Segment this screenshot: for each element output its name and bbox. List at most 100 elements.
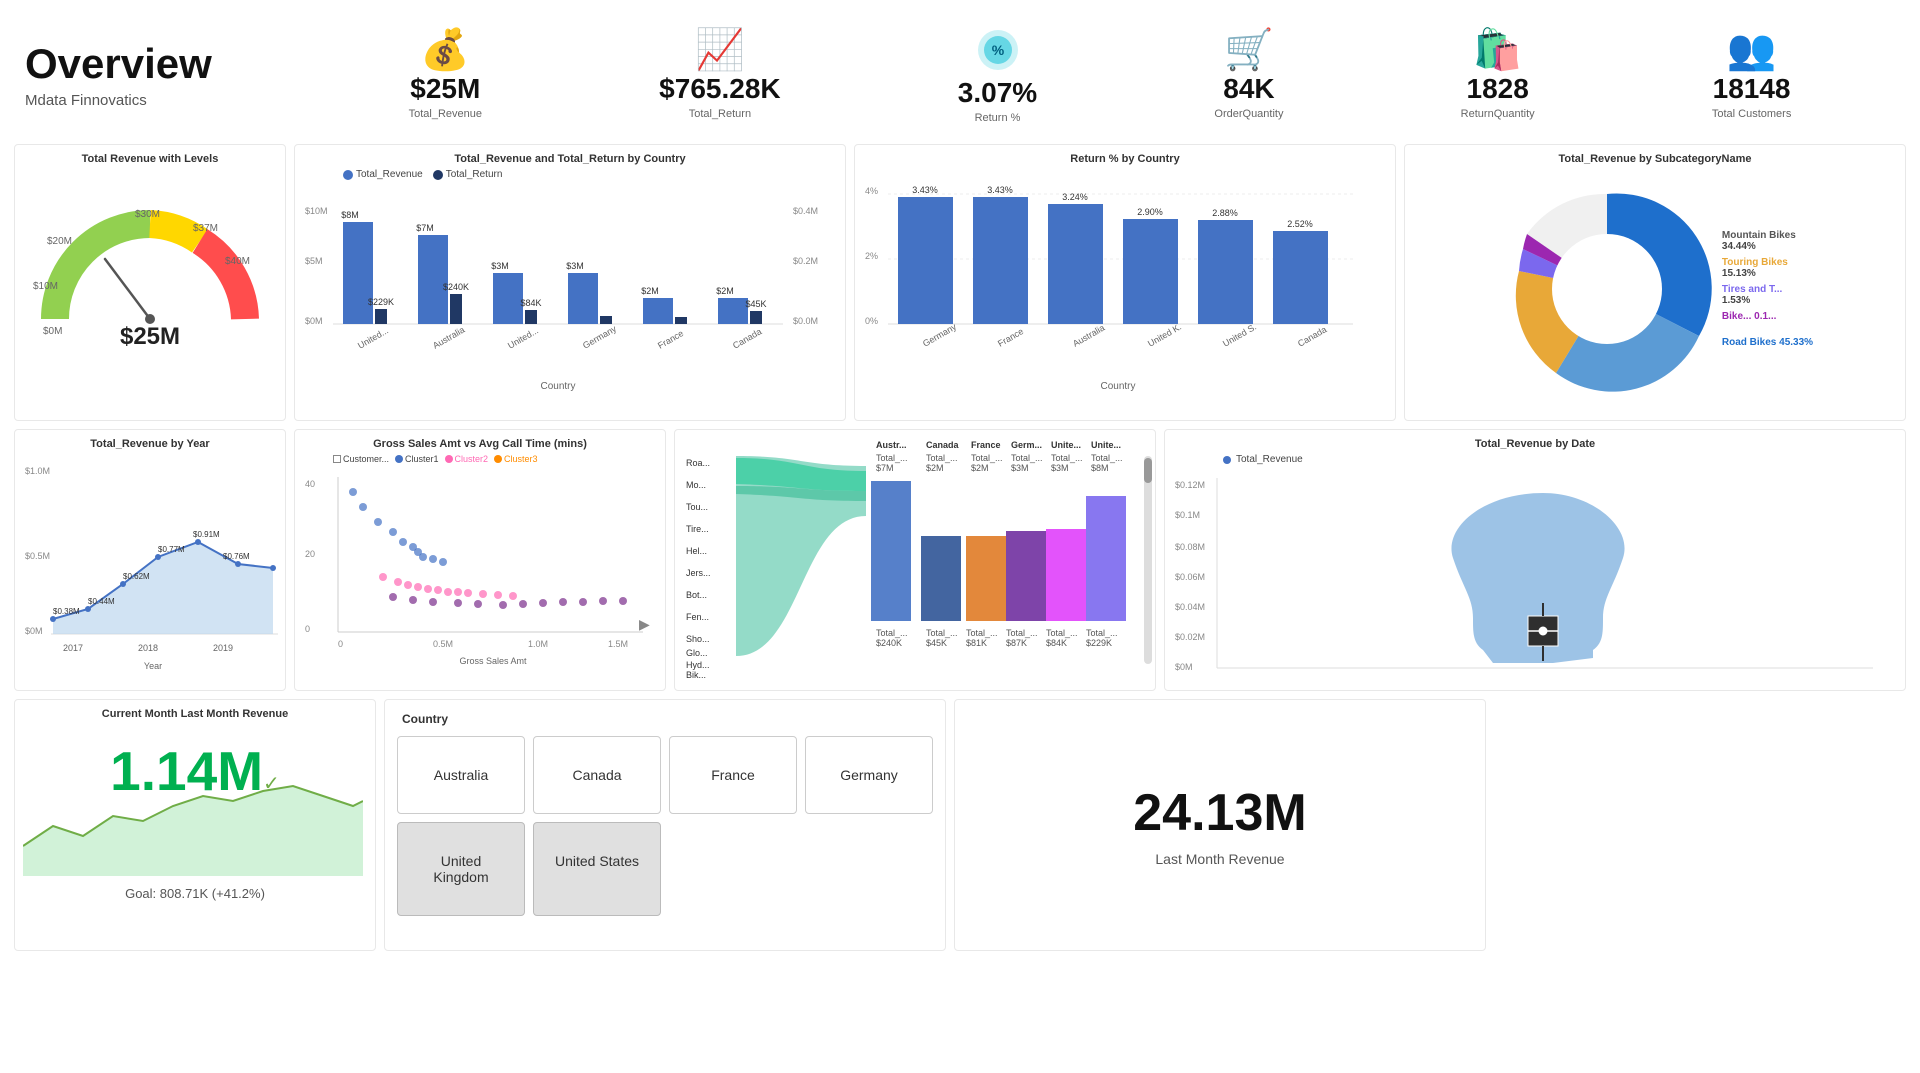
svg-text:$30M: $30M xyxy=(135,209,160,220)
svg-text:$0M: $0M xyxy=(25,626,43,636)
kpi-return-qty: 🛍️ 1828 ReturnQuantity xyxy=(1461,30,1535,120)
svg-text:Country: Country xyxy=(1100,381,1135,392)
revenue-date-section: Total_Revenue by Date Total_Revenue $0.1… xyxy=(1164,429,1906,691)
svg-text:$229K: $229K xyxy=(368,297,394,307)
svg-text:$0M: $0M xyxy=(1175,662,1193,672)
kpi-order-qty: 🛒 84K OrderQuantity xyxy=(1214,30,1283,120)
svg-text:$7M: $7M xyxy=(876,463,894,473)
svg-text:$3M: $3M xyxy=(1051,463,1069,473)
svg-text:Tire...: Tire... xyxy=(686,524,709,534)
return-pct-section: Return % by Country 4% 2% 0% 3.43% 3.43%… xyxy=(854,144,1396,421)
svg-text:Total_...: Total_... xyxy=(926,628,958,638)
svg-text:Total_...: Total_... xyxy=(1086,628,1118,638)
svg-text:0: 0 xyxy=(305,624,310,634)
svg-text:Jers...: Jers... xyxy=(686,568,711,578)
svg-text:Mo...: Mo... xyxy=(686,480,706,490)
svg-text:Total_...: Total_... xyxy=(876,628,908,638)
svg-text:$3M: $3M xyxy=(491,261,509,271)
donut-title: Total_Revenue by SubcategoryName xyxy=(1413,153,1897,165)
legend-total-revenue: Total_Revenue xyxy=(356,169,423,180)
svg-text:Unite...: Unite... xyxy=(1091,440,1121,450)
svg-text:Roa...: Roa... xyxy=(686,458,710,468)
revenue-return-section: Total_Revenue and Total_Return by Countr… xyxy=(294,144,846,421)
svg-text:$2M: $2M xyxy=(926,463,944,473)
svg-text:Germ...: Germ... xyxy=(1011,440,1042,450)
svg-text:Canada: Canada xyxy=(731,326,763,350)
svg-text:United...: United... xyxy=(356,325,390,350)
revenue-date-chart: $0.12M $0.1M $0.08M $0.06M $0.04M $0.02M… xyxy=(1173,468,1883,688)
svg-text:Germany: Germany xyxy=(581,323,618,350)
svg-text:$81K: $81K xyxy=(966,638,987,648)
scatter-chart: 40 20 0 0 0.5M 1.0M 1.5M xyxy=(303,467,658,667)
revenue-year-chart: $1.0M $0.5M $0M $0.38M $0.44M $0.62M $0.… xyxy=(23,454,283,674)
svg-text:3.43%: 3.43% xyxy=(912,185,938,195)
svg-text:$8M: $8M xyxy=(341,210,359,220)
svg-text:$2M: $2M xyxy=(971,463,989,473)
svg-text:$45K: $45K xyxy=(926,638,947,648)
kpi-order-label: OrderQuantity xyxy=(1214,108,1283,120)
scatter-section: Gross Sales Amt vs Avg Call Time (mins) … xyxy=(294,429,666,691)
svg-text:3.43%: 3.43% xyxy=(987,185,1013,195)
country-btn-us[interactable]: United States xyxy=(533,822,661,916)
svg-text:$40M: $40M xyxy=(225,256,250,267)
current-month-section: Current Month Last Month Revenue 1.14M✓ … xyxy=(14,699,376,951)
svg-text:Bot...: Bot... xyxy=(686,590,707,600)
svg-text:$25M: $25M xyxy=(120,323,180,349)
svg-text:Year: Year xyxy=(144,661,162,671)
kpi-revenue: 💰 $25M Total_Revenue xyxy=(409,30,482,120)
svg-text:2019: 2019 xyxy=(213,643,233,653)
current-month-value: 1.14M xyxy=(110,740,263,802)
svg-text:France: France xyxy=(996,326,1025,349)
svg-text:$0.12M: $0.12M xyxy=(1175,480,1205,490)
svg-text:Total_...: Total_... xyxy=(1006,628,1038,638)
kpi-customers-label: Total Customers xyxy=(1712,108,1791,120)
svg-text:$0.4M: $0.4M xyxy=(793,206,818,216)
svg-text:Hyd...: Hyd... xyxy=(686,660,710,670)
svg-text:United K.: United K. xyxy=(1146,322,1183,349)
svg-text:Bik...: Bik... xyxy=(686,670,706,680)
svg-text:$0.76M: $0.76M xyxy=(223,552,250,561)
legend-total-return: Total_Return xyxy=(446,169,503,180)
svg-text:France: France xyxy=(656,328,685,351)
svg-text:$7M: $7M xyxy=(416,223,434,233)
kpi-return-pct-value: 3.07% xyxy=(958,77,1037,109)
svg-text:1.0M: 1.0M xyxy=(528,639,548,649)
country-btn-germany[interactable]: Germany xyxy=(805,736,933,814)
svg-text:Australia: Australia xyxy=(431,325,466,351)
revenue-year-section: Total_Revenue by Year $1.0M $0.5M $0M $0… xyxy=(14,429,286,691)
return-pct-chart: 4% 2% 0% 3.43% 3.43% 3.24% 2.90% 2.88% 2 xyxy=(863,169,1373,399)
svg-text:Austr...: Austr... xyxy=(876,440,907,450)
svg-text:$0M: $0M xyxy=(43,326,62,337)
svg-text:20: 20 xyxy=(305,549,315,559)
svg-text:Total_...: Total_... xyxy=(876,453,908,463)
svg-text:$229K: $229K xyxy=(1086,638,1112,648)
svg-text:$10M: $10M xyxy=(305,206,328,216)
svg-text:Total_...: Total_... xyxy=(1091,453,1123,463)
svg-text:$0.06M: $0.06M xyxy=(1175,572,1205,582)
svg-text:Tou...: Tou... xyxy=(686,502,708,512)
kpi-return-pct: % 3.07% Return % xyxy=(958,26,1037,124)
country-btn-canada[interactable]: Canada xyxy=(533,736,661,814)
svg-text:$240K: $240K xyxy=(443,282,469,292)
country-btn-france[interactable]: France xyxy=(669,736,797,814)
svg-text:0%: 0% xyxy=(865,316,878,326)
country-btn-uk[interactable]: United Kingdom xyxy=(397,822,525,916)
svg-text:$240K: $240K xyxy=(876,638,902,648)
gauge-title: Total Revenue with Levels xyxy=(23,153,277,165)
svg-text:Total_...: Total_... xyxy=(1011,453,1043,463)
svg-text:Total_...: Total_... xyxy=(926,453,958,463)
return-pct-title: Return % by Country xyxy=(863,153,1387,165)
svg-text:$0.08M: $0.08M xyxy=(1175,542,1205,552)
svg-text:France: France xyxy=(971,440,1001,450)
kpi-total-return: 📈 $765.28K Total_Return xyxy=(659,30,780,120)
svg-text:2.52%: 2.52% xyxy=(1287,219,1313,229)
svg-text:$8M: $8M xyxy=(1091,463,1109,473)
svg-text:3.24%: 3.24% xyxy=(1062,192,1088,202)
last-month-value: 24.13M xyxy=(1133,783,1306,843)
svg-text:$84K: $84K xyxy=(1046,638,1067,648)
gauge-chart: $0M $10M $20M $30M $37M $40M $25M xyxy=(25,169,275,349)
svg-text:$87K: $87K xyxy=(1006,638,1027,648)
country-btn-australia[interactable]: Australia xyxy=(397,736,525,814)
kpi-order-value: 84K xyxy=(1223,73,1274,105)
svg-text:Canada: Canada xyxy=(926,440,960,450)
